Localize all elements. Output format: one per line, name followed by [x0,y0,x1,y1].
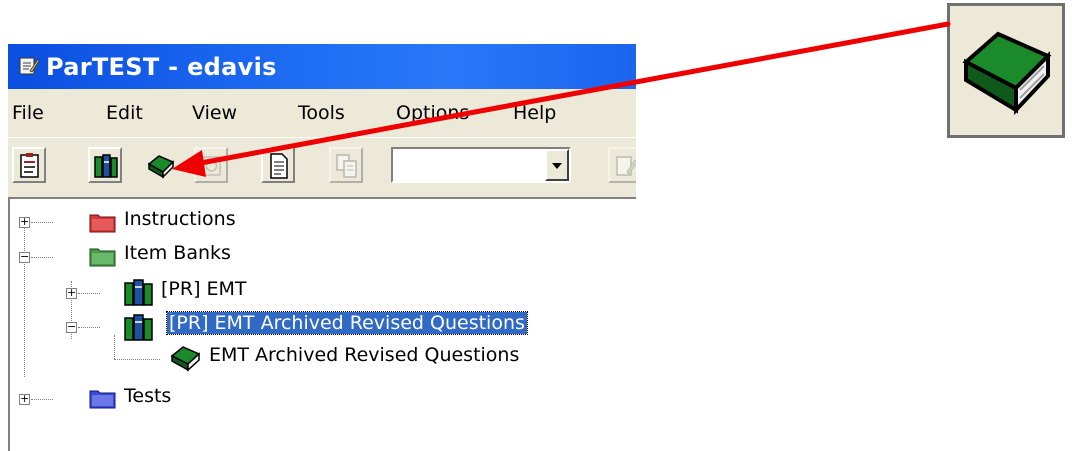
callout-arrow [172,21,951,177]
